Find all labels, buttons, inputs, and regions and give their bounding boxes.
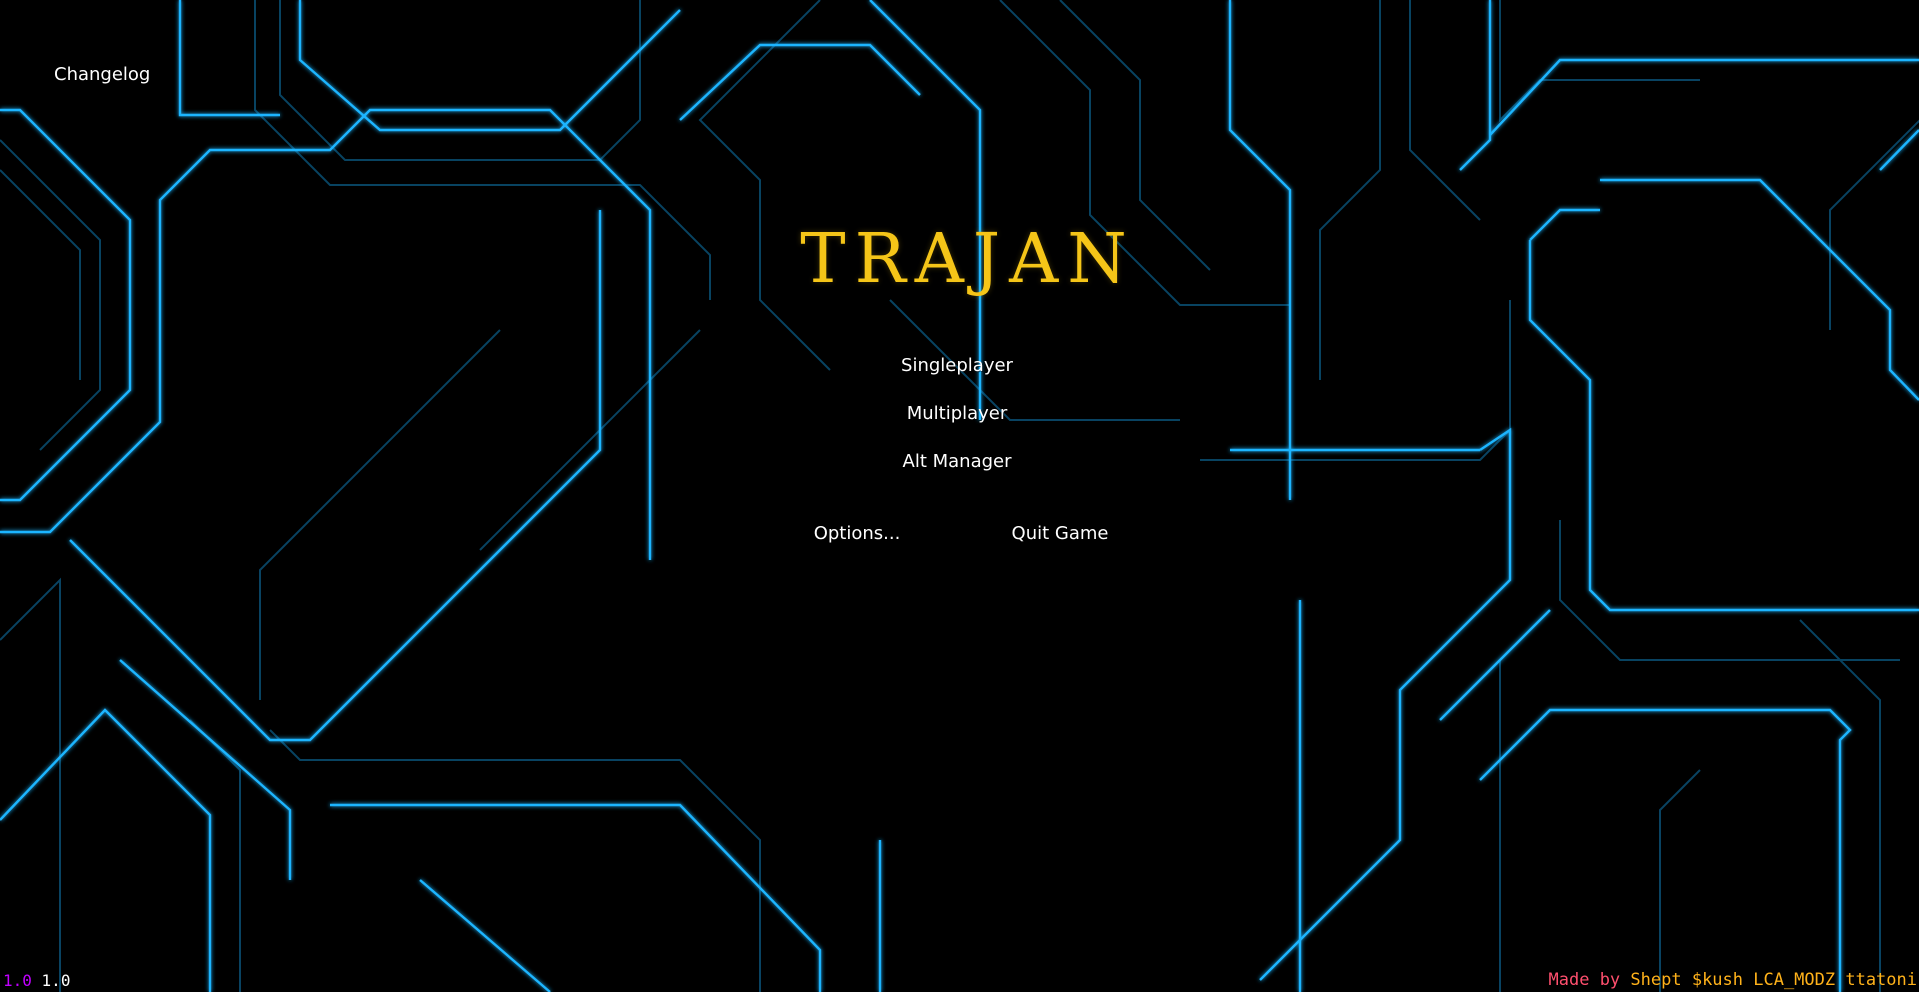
game-logo-title: TRAJAN	[800, 220, 1136, 299]
options-button[interactable]: Options...	[814, 523, 901, 544]
alt-manager-button[interactable]: Alt Manager	[903, 451, 1012, 472]
multiplayer-button[interactable]: Multiplayer	[907, 403, 1008, 424]
singleplayer-button[interactable]: Singleplayer	[901, 355, 1013, 376]
credits-label: Made by Shept $kush LCA_MODZ ttatoni	[1549, 970, 1917, 990]
version-secondary: 1.0	[41, 971, 71, 990]
credits-prefix: Made by	[1548, 970, 1621, 990]
main-menu-screen: Changelog TRAJAN Singleplayer Multiplaye…	[0, 0, 1919, 992]
changelog-button[interactable]: Changelog	[54, 64, 150, 85]
version-primary: 1.0	[3, 971, 32, 990]
credits-names: Shept $kush LCA_MODZ ttatoni	[1630, 970, 1917, 990]
quit-game-button[interactable]: Quit Game	[1012, 523, 1109, 544]
circuit-background	[0, 0, 1919, 992]
version-label: 1.0 1.0	[3, 971, 70, 990]
